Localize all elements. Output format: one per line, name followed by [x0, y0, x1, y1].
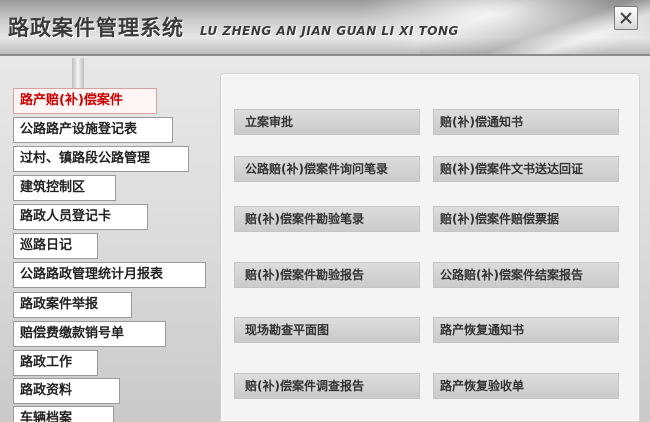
- nav-divider: [72, 58, 84, 88]
- investigation-report-button[interactable]: 赔(补)偿案件调查报告: [234, 373, 420, 399]
- nav-item-road-admin-materials[interactable]: 路政资料: [13, 378, 120, 404]
- nav-item-staff-registration[interactable]: 路政人员登记卡: [13, 204, 148, 230]
- app-title: 路政案件管理系统: [8, 15, 184, 40]
- inquiry-record-button[interactable]: 公路赔(补)偿案件询问笔录: [234, 156, 420, 182]
- nav-item-compensation-cases[interactable]: 路产赔(补)偿案件: [13, 88, 157, 114]
- app-title-pinyin: LU ZHENG AN JIAN GUAN LI XI TONG: [200, 24, 459, 38]
- inspection-record-button[interactable]: 赔(补)偿案件勘验笔录: [234, 206, 420, 232]
- close-icon: [620, 12, 632, 24]
- restoration-acceptance-button[interactable]: 路产恢复验收单: [433, 373, 619, 399]
- case-closing-report-button[interactable]: 公路赔(补)偿案件结案报告: [433, 262, 619, 288]
- nav-item-case-reports[interactable]: 路政案件举报: [13, 292, 132, 318]
- site-plan-button[interactable]: 现场勘查平面图: [234, 317, 420, 343]
- restoration-notice-button[interactable]: 路产恢复通知书: [433, 317, 619, 343]
- title-bar: 路政案件管理系统 LU ZHENG AN JIAN GUAN LI XI TON…: [0, 0, 650, 56]
- nav-item-road-admin-work[interactable]: 路政工作: [13, 350, 98, 376]
- filing-approval-button[interactable]: 立案审批: [234, 109, 420, 135]
- service-receipt-button[interactable]: 赔(补)偿案件文书送达回证: [433, 156, 619, 182]
- nav-item-village-road-management[interactable]: 过村、镇路段公路管理: [13, 146, 189, 172]
- nav-item-building-control-zone[interactable]: 建筑控制区: [13, 175, 116, 201]
- inspection-report-button[interactable]: 赔(补)偿案件勘验报告: [234, 262, 420, 288]
- nav-item-vehicle-records[interactable]: 车辆档案: [13, 406, 114, 422]
- nav-item-patrol-diary[interactable]: 巡路日记: [13, 233, 98, 259]
- nav-item-payment-receipt[interactable]: 赔偿费缴款销号单: [13, 321, 166, 347]
- nav-item-monthly-statistics[interactable]: 公路路政管理统计月报表: [13, 262, 206, 288]
- compensation-bill-button[interactable]: 赔(补)偿案件赔偿票据: [433, 206, 619, 232]
- close-button[interactable]: [614, 6, 638, 30]
- nav-item-facility-register[interactable]: 公路路产设施登记表: [13, 117, 173, 143]
- compensation-notice-button[interactable]: 赔(补)偿通知书: [433, 109, 619, 135]
